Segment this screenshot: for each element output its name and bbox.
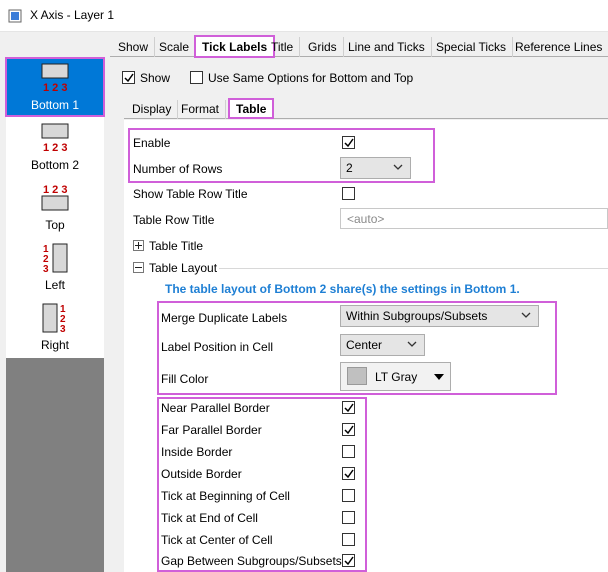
- sidebar-item-top[interactable]: 1 2 3 Top: [6, 178, 104, 236]
- position-dropdown[interactable]: Center: [340, 334, 425, 356]
- outside-border-label: Outside Border: [161, 467, 242, 481]
- fill-color-swatch: [347, 367, 367, 385]
- row-title-input[interactable]: <auto>: [340, 208, 608, 229]
- inside-border-checkbox[interactable]: [342, 445, 355, 458]
- near-border-checkbox[interactable]: [342, 401, 355, 414]
- axis-left-icon: 1 2 3: [43, 243, 68, 274]
- tick-beginning-checkbox[interactable]: [342, 489, 355, 502]
- tab-scale[interactable]: Scale: [153, 37, 197, 57]
- tab-line-and-ticks[interactable]: Line and Ticks: [342, 37, 432, 57]
- position-value: Center: [346, 338, 383, 352]
- tab-reference-lines[interactable]: Reference Lines: [509, 37, 608, 57]
- row-title-label: Table Row Title: [133, 213, 215, 227]
- show-row-title-checkbox[interactable]: [342, 187, 355, 200]
- table-layout-collapse-icon[interactable]: [133, 262, 144, 273]
- tick-beginning-label: Tick at Beginning of Cell: [161, 489, 290, 503]
- caret-down-icon: [434, 374, 444, 380]
- main-tab-bar: Show Scale Tick Labels Title Grids Line …: [110, 35, 608, 58]
- tick-end-label: Tick at End of Cell: [161, 511, 258, 525]
- table-title-label[interactable]: Table Title: [149, 239, 203, 253]
- group-divider: [219, 268, 608, 269]
- merge-dropdown[interactable]: Within Subgroups/Subsets: [340, 305, 539, 327]
- rows-value: 2: [346, 161, 353, 175]
- show-label: Show: [140, 71, 171, 85]
- tick-end-checkbox[interactable]: [342, 511, 355, 524]
- rows-dropdown[interactable]: 2: [340, 157, 411, 179]
- tab-grids[interactable]: Grids: [302, 37, 344, 57]
- axis-sidebar: 1 2 3 Bottom 1 1 2 3 Bottom 2 1 2 3 Top …: [5, 57, 105, 572]
- sidebar-item-label: Bottom 2: [30, 158, 80, 172]
- sidebar-item-label: Left: [44, 278, 65, 292]
- axis-bottom-2-icon: 1 2 3: [41, 123, 69, 154]
- axis-right-icon: 1 2 3: [42, 303, 66, 334]
- enable-label: Enable: [133, 136, 171, 150]
- sidebar-item-bottom-1[interactable]: 1 2 3 Bottom 1: [5, 57, 105, 117]
- svg-text:1 2 3: 1 2 3: [43, 142, 67, 154]
- show-row-title-label: Show Table Row Title: [133, 187, 248, 201]
- fill-color-label: Fill Color: [161, 372, 209, 386]
- position-label: Label Position in Cell: [161, 340, 274, 354]
- near-border-label: Near Parallel Border: [161, 401, 270, 415]
- merge-label: Merge Duplicate Labels: [161, 311, 288, 325]
- rows-label: Number of Rows: [133, 162, 223, 176]
- chevron-down-icon: [521, 312, 531, 318]
- fill-color-dropdown[interactable]: LT Gray: [340, 362, 451, 391]
- sidebar-item-label: Right: [40, 338, 69, 352]
- merge-value: Within Subgroups/Subsets: [346, 309, 488, 323]
- sidebar-item-label: Top: [45, 218, 65, 232]
- svg-text:3: 3: [60, 324, 66, 334]
- sub-tab-bar: Display Format Table: [124, 98, 608, 119]
- sidebar-item-label: Bottom 1: [30, 98, 80, 112]
- tab-show[interactable]: Show: [112, 37, 156, 57]
- tab-title[interactable]: Title: [265, 37, 301, 57]
- gap-subgroups-label: Gap Between Subgroups/Subsets: [161, 554, 342, 568]
- sidebar-item-left[interactable]: 1 2 3 Left: [6, 238, 104, 296]
- app-icon: [8, 9, 22, 23]
- tab-format[interactable]: Format: [175, 100, 227, 119]
- inside-border-label: Inside Border: [161, 445, 233, 459]
- svg-text:1 2 3: 1 2 3: [43, 184, 67, 196]
- tab-special-ticks[interactable]: Special Ticks: [430, 37, 514, 57]
- table-settings-panel: Enable Number of Rows 2 Show Table Row T…: [124, 120, 608, 572]
- far-border-checkbox[interactable]: [342, 423, 355, 436]
- tab-tick-labels[interactable]: Tick Labels: [194, 35, 276, 58]
- axis-bottom-1-icon: 1 2 3: [41, 63, 69, 94]
- sidebar-item-bottom-2[interactable]: 1 2 3 Bottom 2: [6, 118, 104, 176]
- tick-center-label: Tick at Center of Cell: [161, 533, 273, 547]
- enable-checkbox[interactable]: [342, 136, 355, 149]
- title-bar: X Axis - Layer 1: [0, 0, 608, 32]
- tab-display[interactable]: Display: [126, 100, 179, 119]
- same-options-checkbox[interactable]: [190, 71, 203, 84]
- fill-color-value: LT Gray: [375, 370, 418, 384]
- sidebar-item-right[interactable]: 1 2 3 Right: [6, 298, 104, 356]
- chevron-down-icon: [393, 164, 403, 170]
- tick-center-checkbox[interactable]: [342, 533, 355, 546]
- shared-settings-note: The table layout of Bottom 2 share(s) th…: [165, 282, 520, 296]
- same-options-label: Use Same Options for Bottom and Top: [208, 71, 414, 85]
- table-layout-label[interactable]: Table Layout: [149, 261, 217, 275]
- table-title-expand-icon[interactable]: [133, 240, 144, 251]
- tab-table[interactable]: Table: [228, 98, 275, 119]
- outside-border-checkbox[interactable]: [342, 467, 355, 480]
- gap-subgroups-checkbox[interactable]: [342, 554, 355, 567]
- axis-top-icon: 1 2 3: [41, 184, 69, 211]
- window-title: X Axis - Layer 1: [30, 8, 115, 22]
- show-checkbox[interactable]: [122, 71, 135, 84]
- chevron-down-icon: [407, 341, 417, 347]
- svg-text:1 2 3: 1 2 3: [43, 82, 67, 94]
- svg-text:3: 3: [43, 264, 49, 274]
- far-border-label: Far Parallel Border: [161, 423, 262, 437]
